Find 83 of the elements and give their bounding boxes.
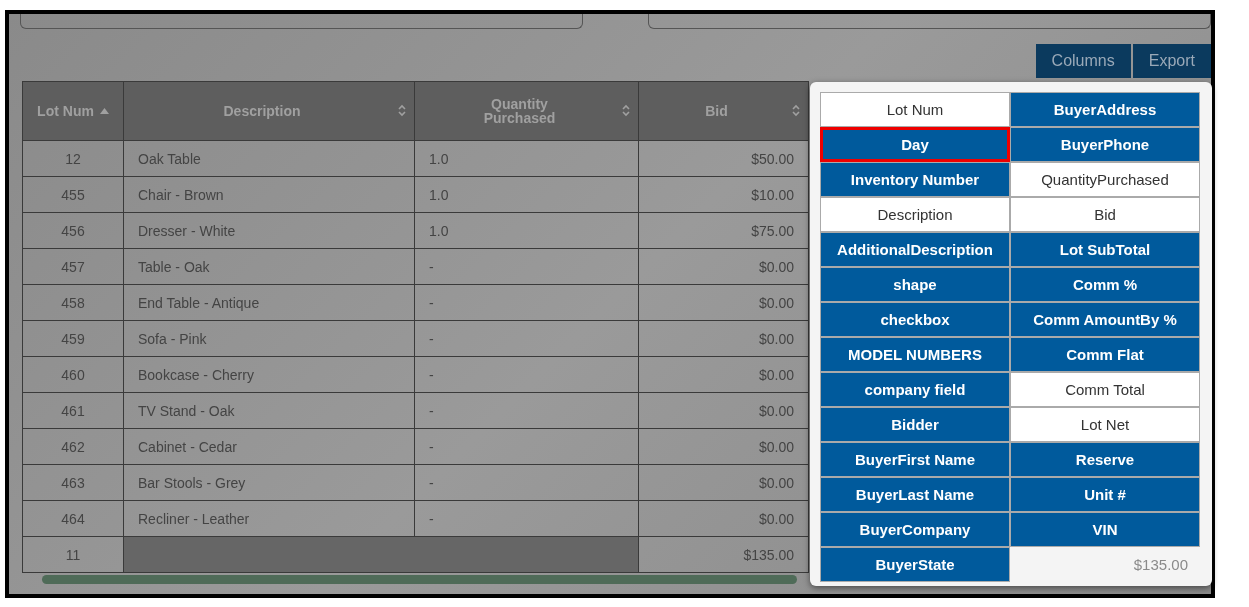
column-toggle[interactable]: Lot Num [820,92,1010,127]
table-cell: Recliner - Leather [123,500,415,537]
table-cell: - [414,500,639,537]
input-field[interactable] [648,14,1211,29]
table-cell: - [414,428,639,465]
column-toggle[interactable]: AdditionalDescription [820,232,1010,267]
toolbar-button[interactable]: Export [1132,44,1211,78]
table-cell: Oak Table [123,140,415,177]
horizontal-scrollbar[interactable] [42,575,797,584]
column-toggle[interactable]: BuyerAddress [1010,92,1200,127]
table-cell: 463 [22,464,124,501]
table-cell: $10.00 [638,176,809,213]
table-cell: - [414,392,639,429]
column-toggle[interactable]: Comm Flat [1010,337,1200,372]
input-field[interactable] [20,14,583,29]
column-toggle[interactable]: BuyerPhone [1010,127,1200,162]
column-toggle[interactable]: QuantityPurchased [1010,162,1200,197]
table-cell: Bar Stools - Grey [123,464,415,501]
column-toggle[interactable]: Unit # [1010,477,1200,512]
column-toggle[interactable]: Reserve [1010,442,1200,477]
table-cell: $0.00 [638,356,809,393]
table-cell: 457 [22,248,124,285]
table-cell: 461 [22,392,124,429]
column-toggle[interactable]: VIN [1010,512,1200,547]
table-cell: 1.0 [414,212,639,249]
table-cell: TV Stand - Oak [123,392,415,429]
column-toggle[interactable]: Lot Net [1010,407,1200,442]
table-cell: $0.00 [638,464,809,501]
column-toggle[interactable]: Inventory Number [820,162,1010,197]
table-cell: $0.00 [638,428,809,465]
table-cell: $0.00 [638,284,809,321]
column-toggle[interactable]: Bid [1010,197,1200,232]
table-cell: - [414,356,639,393]
table-cell: 1.0 [414,176,639,213]
table-cell: Cabinet - Cedar [123,428,415,465]
table-cell: 459 [22,320,124,357]
footer-total: $135.00 [638,536,809,573]
table-cell: 460 [22,356,124,393]
footer-count: 11 [22,536,124,573]
table-cell: $75.00 [638,212,809,249]
table-cell: Sofa - Pink [123,320,415,357]
table-cell: $0.00 [638,320,809,357]
table-cell: Dresser - White [123,212,415,249]
table-cell: Table - Oak [123,248,415,285]
column-toggle[interactable]: company field [820,372,1010,407]
column-toggle[interactable]: Lot SubTotal [1010,232,1200,267]
table-cell: 458 [22,284,124,321]
table-cell: 12 [22,140,124,177]
table-cell: 464 [22,500,124,537]
table-cell: $0.00 [638,392,809,429]
column-toggle[interactable]: Description [820,197,1010,232]
table-cell: 1.0 [414,140,639,177]
column-toggle[interactable]: BuyerFirst Name [820,442,1010,477]
column-toggle[interactable]: BuyerCompany [820,512,1010,547]
table-cell: - [414,464,639,501]
sort-icon [622,104,630,117]
column-toggle[interactable]: Bidder [820,407,1010,442]
column-toggle[interactable]: shape [820,267,1010,302]
column-toggle[interactable]: Comm Total [1010,372,1200,407]
column-toggle[interactable]: MODEL NUMBERS [820,337,1010,372]
table-cell: 462 [22,428,124,465]
table-cell: 455 [22,176,124,213]
sort-ascending-icon [99,108,109,114]
column-toggle[interactable]: checkbox [820,302,1010,337]
toolbar-button[interactable]: Columns [1035,44,1131,78]
table-cell: - [414,284,639,321]
column-toggle[interactable]: BuyerState [820,547,1010,582]
table-cell: $0.00 [638,248,809,285]
table-cell: Chair - Brown [123,176,415,213]
column-toggle[interactable]: BuyerLast Name [820,477,1010,512]
sort-icon [792,104,800,117]
table-cell: End Table - Antique [123,284,415,321]
sort-icon [398,104,406,117]
column-toggle[interactable]: Comm AmountBy % [1010,302,1200,337]
table-cell: 456 [22,212,124,249]
table-cell: - [414,248,639,285]
table-cell: $0.00 [638,500,809,537]
column-toggle[interactable]: Day [820,127,1010,162]
column-toggle[interactable]: Comm % [1010,267,1200,302]
table-cell: - [414,320,639,357]
table-cell: $50.00 [638,140,809,177]
total-text: $135.00 [1132,555,1189,575]
table-cell: Bookcase - Cherry [123,356,415,393]
